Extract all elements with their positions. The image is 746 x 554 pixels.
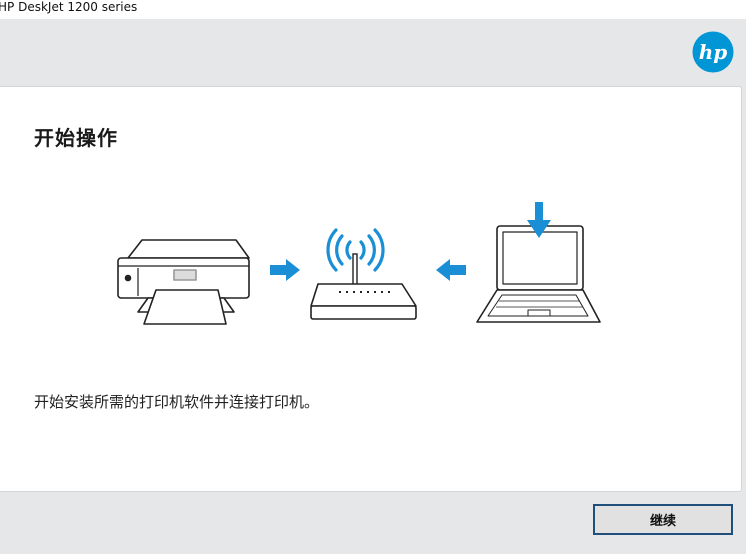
header-bar (0, 19, 746, 85)
page-title: 开始操作 (34, 126, 118, 150)
laptop-icon (476, 225, 601, 323)
window-title: HP DeskJet 1200 series (0, 0, 138, 14)
wifi-router-icon (310, 228, 417, 320)
arrow-left-icon (436, 259, 466, 281)
hp-logo-text: hp (699, 40, 728, 64)
setup-illustration (117, 202, 601, 325)
arrow-right-icon (270, 259, 300, 281)
setup-description: 开始安装所需的打印机软件并连接打印机。 (34, 393, 320, 411)
hp-logo-icon: hp (692, 31, 734, 73)
continue-button[interactable]: 继续 (593, 504, 733, 535)
printer-icon (117, 239, 250, 325)
window-titlebar: HP DeskJet 1200 series (0, 0, 746, 19)
